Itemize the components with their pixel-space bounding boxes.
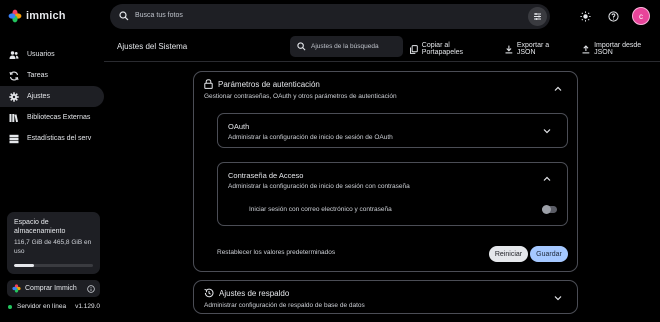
lock-icon (204, 79, 213, 89)
storage-title: Espacio de almacenamiento (14, 219, 66, 235)
import-label: Importar desde JSON (594, 42, 642, 56)
sync-icon (9, 71, 19, 80)
reset-to-defaults-link[interactable]: Restablecer los valores predeterminados (217, 249, 335, 256)
sidebar-item-label: Tareas (27, 72, 49, 79)
server-status-label: Servidor en línea (17, 303, 67, 310)
auth-card-header[interactable]: Parámetros de autenticación Gestionar co… (204, 79, 397, 100)
export-json-button[interactable]: Exportar a JSON (505, 42, 568, 56)
help-icon (607, 10, 619, 22)
password-login-section: Contraseña de Acceso Administrar la conf… (217, 162, 568, 226)
gear-icon (9, 91, 19, 102)
chevron-up-icon[interactable] (543, 176, 551, 182)
backup-settings-card[interactable]: Ajustes de respaldo Administrar configur… (193, 280, 578, 314)
settings-header: Ajustes del Sistema Ajustes de la búsque… (110, 36, 660, 58)
search-input[interactable]: Busca tus fotos (135, 12, 183, 19)
backup-description: Administrar configuración de respaldo de… (204, 302, 365, 309)
top-bar: immich Busca tus fotos c (0, 0, 660, 32)
online-indicator-icon (8, 304, 12, 309)
info-icon[interactable] (87, 284, 95, 293)
export-label: Exportar a JSON (516, 42, 550, 56)
server-version[interactable]: v1.129.0 (75, 303, 100, 310)
upload-icon (582, 44, 590, 53)
auth-settings-card: Parámetros de autenticación Gestionar co… (193, 71, 578, 272)
chevron-up-icon[interactable] (554, 86, 562, 92)
page-title: Ajustes del Sistema (117, 42, 188, 51)
backup-card-header[interactable]: Ajustes de respaldo Administrar configur… (204, 288, 365, 310)
immich-logo[interactable]: immich (8, 9, 66, 23)
copy-label: Copiar al Portapapeles (421, 42, 464, 56)
theme-toggle-button[interactable] (576, 7, 594, 25)
buy-immich-button[interactable]: Comprar Immich (7, 280, 100, 297)
search-filter-button[interactable] (528, 7, 547, 26)
library-icon (9, 113, 19, 122)
settings-search[interactable]: Ajustes de la búsqueda (290, 36, 403, 57)
search-bar[interactable]: Busca tus fotos (110, 4, 550, 29)
sidebar-item-external-libraries[interactable]: Bibliotecas Externas (0, 107, 104, 128)
sidebar-item-users[interactable]: Usuarios (0, 44, 104, 65)
chevron-down-icon[interactable] (554, 295, 562, 301)
password-title[interactable]: Contraseña de Acceso (228, 171, 303, 180)
sidebar-item-label: Ajustes (27, 93, 50, 100)
search-icon (297, 42, 306, 51)
settings-search-input[interactable]: Ajustes de la búsqueda (311, 43, 379, 50)
auth-description: Gestionar contraseñas, OAuth y otros par… (204, 93, 397, 100)
sidebar-item-label: Usuarios (27, 51, 55, 58)
sidebar-item-label: Bibliotecas Externas (27, 114, 91, 121)
copy-to-clipboard-button[interactable]: Copiar al Portapapeles (410, 42, 491, 56)
auth-title: Parámetros de autenticación (218, 79, 320, 89)
copy-icon (410, 44, 418, 54)
reset-button[interactable]: Reiniciar (489, 246, 528, 262)
sidebar: Usuarios Tareas Ajustes Bibliotecas Exte… (0, 44, 104, 149)
server-icon (9, 134, 19, 143)
toggle-knob (542, 205, 551, 214)
sun-icon (579, 10, 591, 22)
user-avatar[interactable]: c (632, 7, 650, 25)
oauth-section[interactable]: OAuth Administrar la configuración de in… (217, 113, 568, 148)
password-login-toggle-label: Iniciar sesión con correo electrónico y … (249, 206, 392, 213)
sidebar-item-server-stats[interactable]: Estadísticas del serv (0, 128, 104, 149)
server-status: Servidor en línea v1.129.0 (8, 303, 100, 310)
header-divider (104, 61, 660, 62)
password-description: Administrar la configuración de inicio d… (228, 183, 410, 190)
filter-icon (534, 13, 541, 20)
storage-usage: 116,7 GiB de 465,8 GiB en uso (14, 239, 92, 255)
sidebar-item-label: Estadísticas del serv (27, 135, 92, 142)
oauth-title: OAuth (228, 122, 250, 131)
immich-logo-icon (8, 9, 22, 23)
storage-bar-fill (14, 264, 34, 267)
app-name: immich (26, 10, 66, 22)
help-button[interactable] (604, 7, 622, 25)
save-button[interactable]: Guardar (530, 246, 568, 262)
users-icon (9, 50, 19, 59)
password-login-toggle[interactable] (542, 205, 557, 214)
backup-restore-icon (204, 288, 214, 298)
backup-title: Ajustes de respaldo (219, 288, 290, 298)
sidebar-item-settings[interactable]: Ajustes (0, 86, 104, 107)
chevron-down-icon[interactable] (543, 128, 551, 134)
immich-logo-icon (12, 284, 21, 293)
sidebar-item-jobs[interactable]: Tareas (0, 65, 104, 86)
import-json-button[interactable]: Importar desde JSON (582, 42, 660, 56)
storage-panel: Espacio de almacenamiento 116,7 GiB de 4… (7, 212, 100, 274)
oauth-description: Administrar la configuración de inicio d… (228, 134, 393, 141)
storage-bar (14, 264, 93, 267)
buy-label: Comprar Immich (25, 285, 77, 292)
download-icon (505, 45, 513, 53)
search-icon (119, 11, 129, 21)
